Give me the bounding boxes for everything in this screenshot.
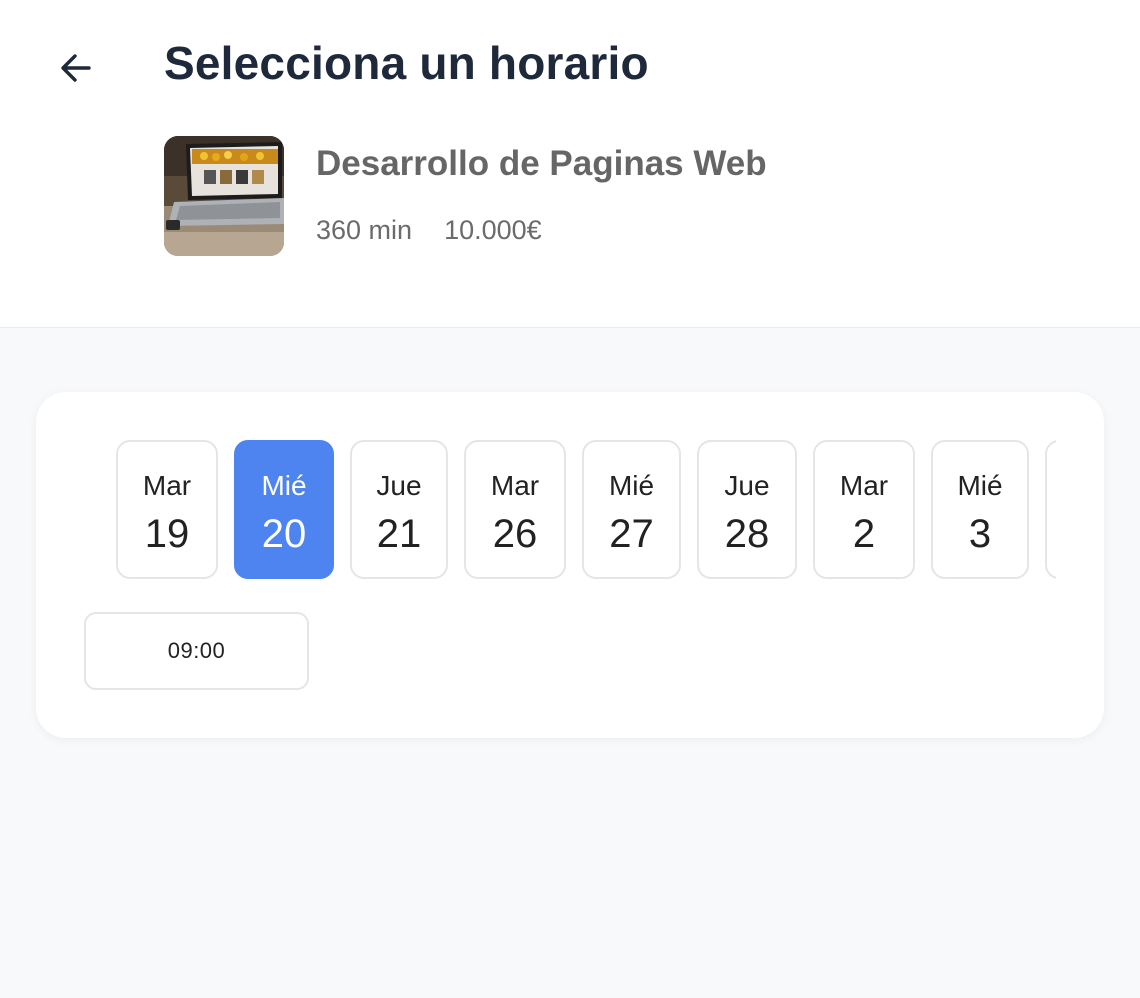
date-option[interactable]: Mar 19 (116, 440, 218, 579)
date-weekday: Mar (839, 470, 889, 501)
date-weekday: Mié (261, 470, 307, 501)
date-option[interactable]: Mar 26 (464, 440, 566, 579)
date-weekday: Mié (608, 470, 655, 501)
service-name: Desarrollo de Paginas Web (316, 144, 767, 183)
date-weekday: Jue (376, 470, 422, 501)
date-option[interactable]: Jue 28 (697, 440, 797, 579)
time-slot-button[interactable]: 09:00 (84, 612, 309, 690)
date-weekday: Mar (142, 470, 192, 501)
header: Selecciona un horario Desarrollo de Pagi… (0, 0, 1140, 328)
date-option[interactable]: Mié 27 (582, 440, 681, 579)
date-day: 28 (724, 512, 770, 556)
date-day: 2 (852, 512, 876, 556)
date-option[interactable]: Mié 3 (931, 440, 1029, 579)
service-meta: 360 min 10.000€ (316, 215, 542, 246)
service-thumbnail (164, 136, 284, 256)
date-option-partial[interactable] (1045, 440, 1056, 579)
arrow-left-icon (61, 54, 91, 82)
date-option[interactable]: Mar 2 (813, 440, 915, 579)
service-price: 10.000€ (444, 215, 542, 245)
date-day: 27 (609, 512, 654, 556)
date-day: 26 (492, 512, 538, 556)
page-title: Selecciona un horario (164, 37, 649, 89)
date-day: 20 (261, 512, 307, 556)
date-weekday: Mié (957, 470, 1003, 501)
date-day: 3 (968, 512, 992, 556)
date-scroller[interactable]: Mar 19 Mié 20 Jue 21 Mar 26 Mié 27 Jue 2… (116, 438, 1056, 582)
back-button[interactable] (52, 44, 100, 92)
date-weekday: Jue (724, 470, 770, 501)
schedule-card: Mar 19 Mié 20 Jue 21 Mar 26 Mié 27 Jue 2… (36, 392, 1104, 738)
service-duration: 360 min (316, 215, 413, 245)
date-option[interactable]: Jue 21 (350, 440, 448, 579)
date-weekday: Mar (490, 470, 540, 501)
date-day: 19 (144, 512, 190, 556)
date-day: 21 (376, 512, 422, 556)
date-option-selected[interactable]: Mié 20 (234, 440, 334, 579)
